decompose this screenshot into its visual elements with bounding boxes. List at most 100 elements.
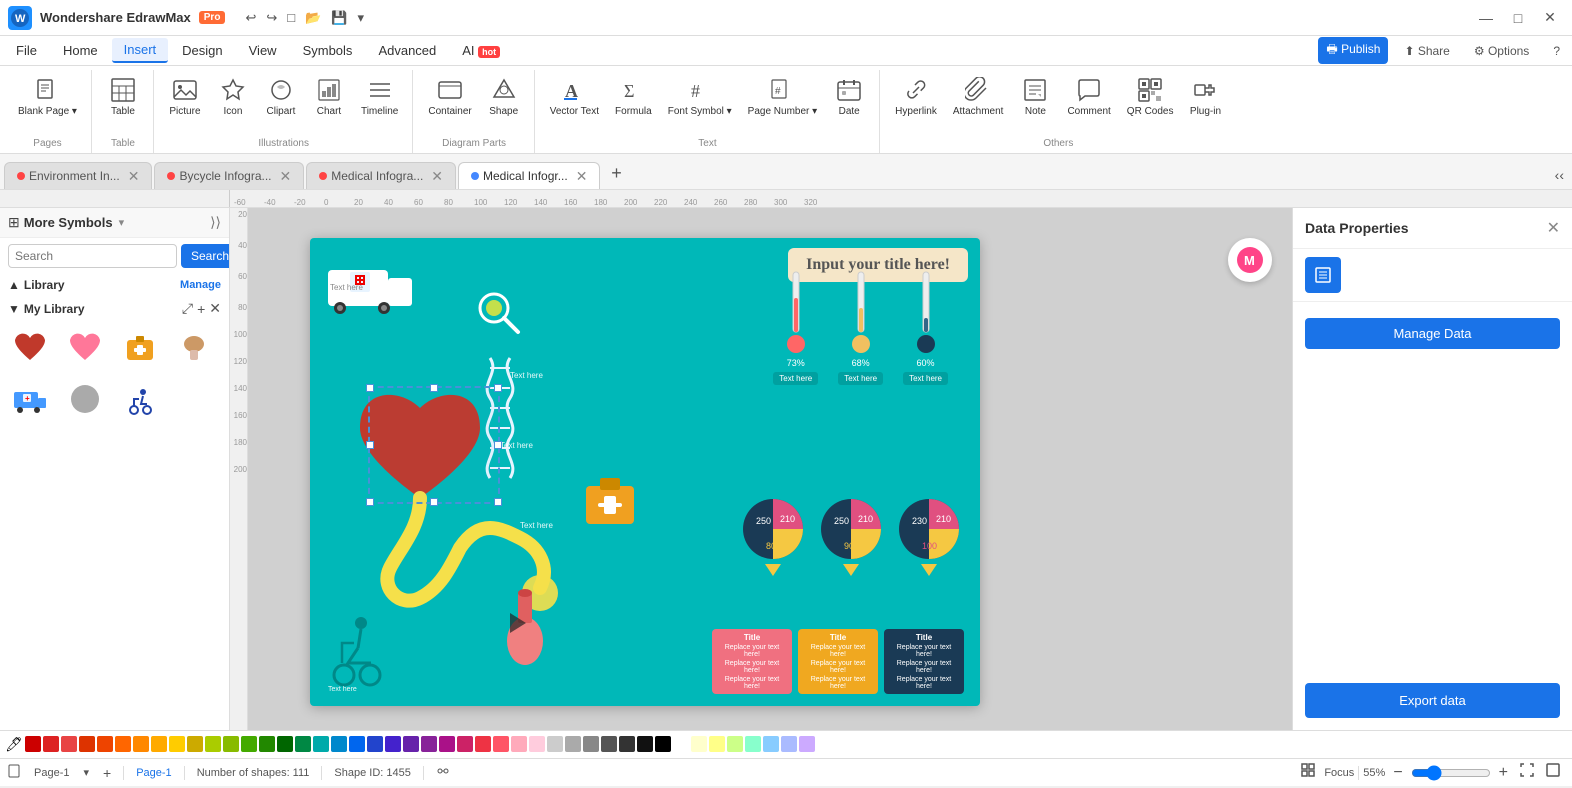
export-data-btn[interactable]: Export data <box>1305 683 1560 718</box>
hyperlink-btn[interactable]: Hyperlink <box>889 72 943 121</box>
color-swatch[interactable] <box>331 736 347 752</box>
color-swatch[interactable] <box>97 736 113 752</box>
manage-link[interactable]: Manage <box>180 279 221 291</box>
tab-1[interactable]: Environment In... ✕ <box>4 162 152 189</box>
symbol-heart-organ[interactable] <box>8 327 52 371</box>
color-swatch[interactable] <box>259 736 275 752</box>
color-swatch[interactable] <box>151 736 167 752</box>
add-tab-btn[interactable]: + <box>602 159 630 187</box>
color-swatch[interactable] <box>79 736 95 752</box>
color-swatch[interactable] <box>619 736 635 752</box>
add-page-btn[interactable]: + <box>103 765 111 781</box>
menu-home[interactable]: Home <box>51 39 110 62</box>
color-swatch[interactable] <box>673 736 689 752</box>
color-swatch[interactable] <box>457 736 473 752</box>
vector-text-btn[interactable]: A Vector Text <box>544 72 605 121</box>
collapse-panel-btn[interactable]: ⟩⟩ <box>210 214 221 231</box>
color-swatch[interactable] <box>763 736 779 752</box>
picture-btn[interactable]: Picture <box>163 72 207 121</box>
share-btn[interactable]: ⬆ Share <box>1396 41 1457 61</box>
color-swatch[interactable] <box>655 736 671 752</box>
search-btn[interactable]: Search <box>181 244 230 268</box>
chart-btn[interactable]: Chart <box>307 72 351 121</box>
color-swatch[interactable] <box>43 736 59 752</box>
open-btn[interactable]: 📂 <box>301 8 325 28</box>
qr-codes-btn[interactable]: QR Codes <box>1121 72 1180 121</box>
zoom-in-btn[interactable]: + <box>1495 764 1512 782</box>
help-btn[interactable]: ? <box>1545 41 1568 61</box>
color-swatch[interactable] <box>385 736 401 752</box>
attachment-btn[interactable]: Attachment <box>947 72 1010 121</box>
search-input[interactable] <box>8 244 177 268</box>
therm-btn-1[interactable]: Text here <box>773 372 818 385</box>
color-swatch[interactable] <box>205 736 221 752</box>
zoom-slider[interactable] <box>1411 765 1491 781</box>
page-dropdown-btn[interactable]: ▾ <box>81 766 91 779</box>
tab-4[interactable]: Medical Infogr... ✕ <box>458 162 600 189</box>
symbol-first-aid[interactable] <box>118 327 162 371</box>
color-swatch[interactable] <box>115 736 131 752</box>
remove-symbol-btn[interactable]: ✕ <box>209 300 221 317</box>
color-swatch[interactable] <box>601 736 617 752</box>
library-header[interactable]: ▲ Library Manage <box>8 278 221 292</box>
menu-file[interactable]: File <box>4 39 49 62</box>
color-swatch[interactable] <box>781 736 797 752</box>
timeline-btn[interactable]: Timeline <box>355 72 404 121</box>
tab-nav-prev[interactable]: ‹‹ <box>1551 165 1568 185</box>
icon-btn[interactable]: Icon <box>211 72 255 121</box>
redo-btn[interactable]: ↪ <box>262 8 281 28</box>
therm-btn-2[interactable]: Text here <box>838 372 883 385</box>
publish-btn[interactable]: 🖶 Publish <box>1318 37 1388 64</box>
zoom-out-btn[interactable]: − <box>1389 764 1406 782</box>
symbol-gray-circle[interactable] <box>63 377 107 421</box>
dropdown-arrow-icon[interactable]: ▾ <box>119 216 125 229</box>
color-swatch[interactable] <box>583 736 599 752</box>
new-btn[interactable]: □ <box>283 8 299 27</box>
menu-advanced[interactable]: Advanced <box>366 39 448 62</box>
container-btn[interactable]: Container <box>422 72 477 121</box>
shape-btn[interactable]: Shape <box>482 72 526 121</box>
color-swatch[interactable] <box>745 736 761 752</box>
font-symbol-btn[interactable]: # Font Symbol ▾ <box>662 72 738 121</box>
color-swatch[interactable] <box>169 736 185 752</box>
color-swatch[interactable] <box>223 736 239 752</box>
more-btn[interactable]: ▾ <box>353 8 368 28</box>
blank-page-btn[interactable]: Blank Page ▾ <box>12 72 83 121</box>
focus-btn[interactable] <box>1296 762 1320 783</box>
fullscreen-btn[interactable] <box>1542 763 1564 782</box>
save-btn[interactable]: 💾 <box>327 8 351 28</box>
color-swatch[interactable] <box>799 736 815 752</box>
symbol-mushroom[interactable] <box>172 327 216 371</box>
clipart-btn[interactable]: Clipart <box>259 72 303 121</box>
menu-ai[interactable]: AI hot <box>450 39 512 62</box>
menu-design[interactable]: Design <box>170 39 234 62</box>
color-swatch[interactable] <box>277 736 293 752</box>
color-picker-btn[interactable]: 🖊 <box>4 735 24 755</box>
table-btn[interactable]: Table <box>101 72 145 121</box>
add-symbol-btn[interactable]: + <box>197 300 205 317</box>
expand-btn[interactable]: ⤢ <box>182 300 193 317</box>
color-swatch[interactable] <box>511 736 527 752</box>
color-swatch[interactable] <box>313 736 329 752</box>
undo-btn[interactable]: ↩ <box>241 8 260 28</box>
color-swatch[interactable] <box>403 736 419 752</box>
page-number-btn[interactable]: # Page Number ▾ <box>742 72 824 121</box>
maximize-btn[interactable]: □ <box>1504 8 1532 28</box>
color-swatch[interactable] <box>349 736 365 752</box>
color-swatch[interactable] <box>475 736 491 752</box>
color-swatch[interactable] <box>727 736 743 752</box>
data-list-view-btn[interactable] <box>1305 257 1341 293</box>
therm-btn-3[interactable]: Text here <box>903 372 948 385</box>
color-swatch[interactable] <box>187 736 203 752</box>
menu-symbols[interactable]: Symbols <box>291 39 365 62</box>
date-btn[interactable]: Date <box>827 72 871 121</box>
close-btn[interactable]: ✕ <box>1536 8 1564 28</box>
color-swatch[interactable] <box>709 736 725 752</box>
tab-4-close[interactable]: ✕ <box>576 169 588 183</box>
menu-insert[interactable]: Insert <box>112 38 169 63</box>
symbol-wheelchair[interactable] <box>118 377 162 421</box>
minimize-btn[interactable]: — <box>1472 8 1500 28</box>
close-right-panel-btn[interactable]: ✕ <box>1547 218 1560 238</box>
tab-3-close[interactable]: ✕ <box>431 169 443 183</box>
color-swatch[interactable] <box>295 736 311 752</box>
